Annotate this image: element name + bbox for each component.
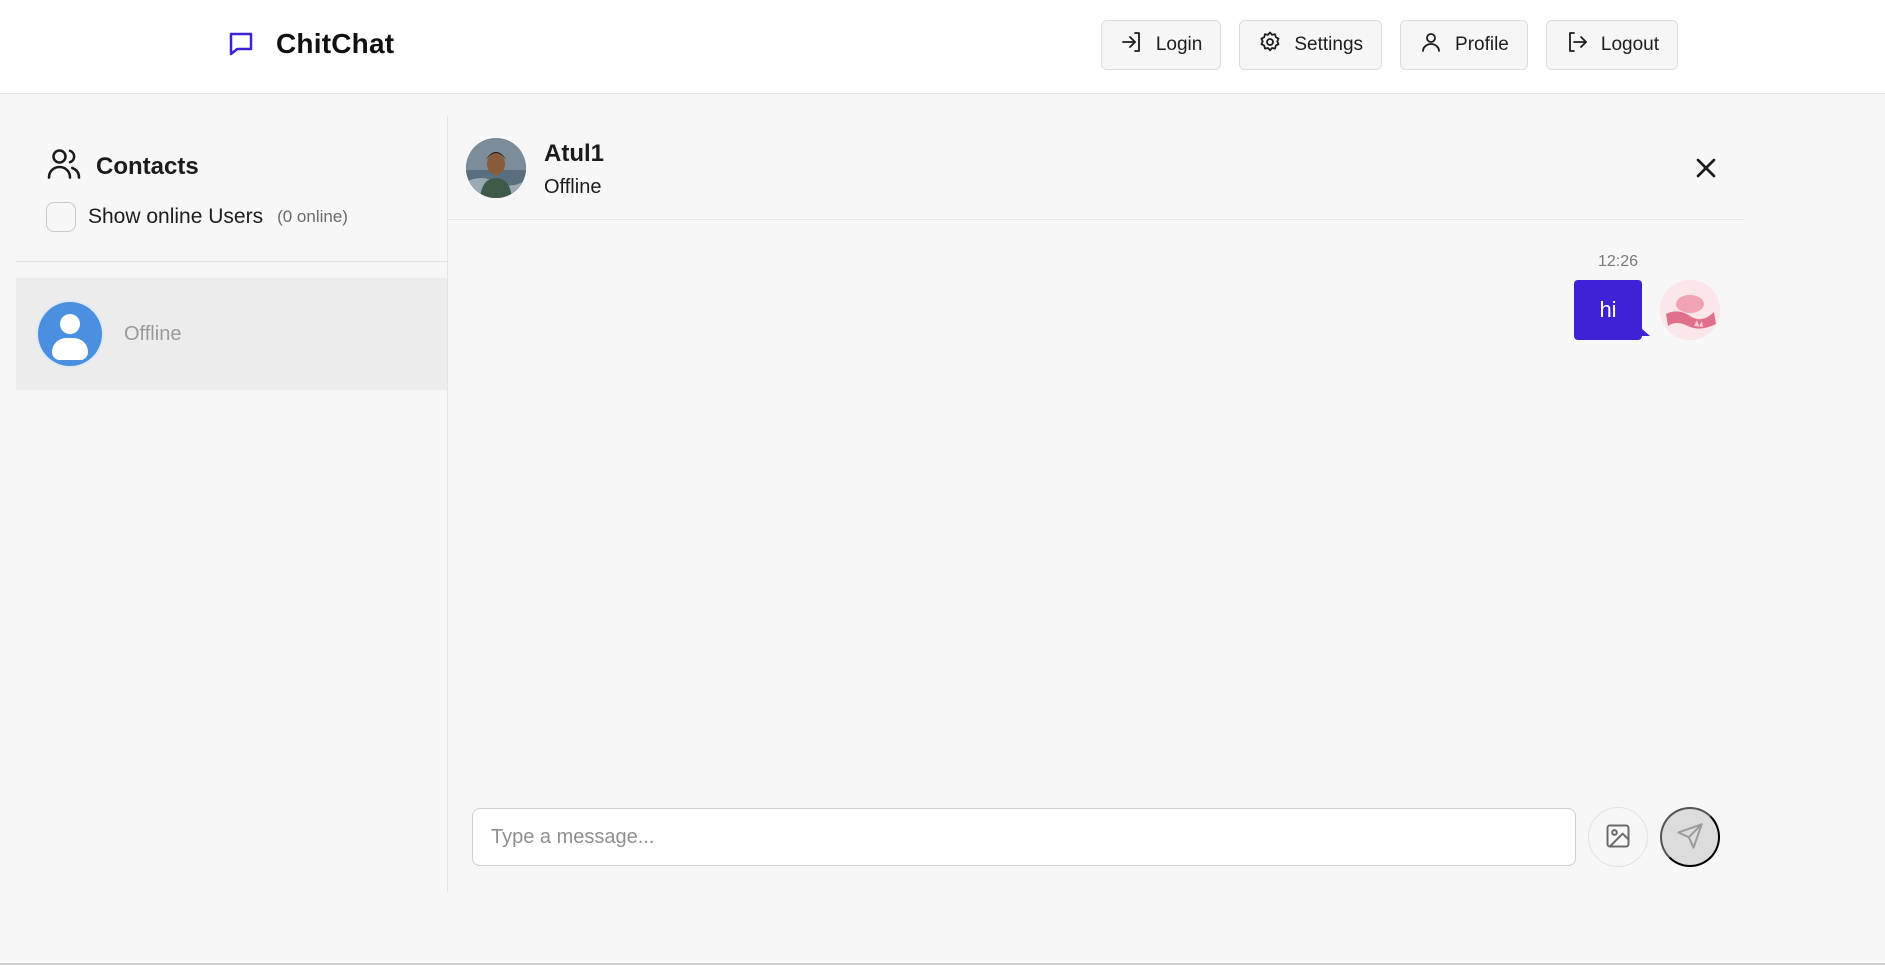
chat-user-avatar [466,138,526,198]
logout-button[interactable]: Logout [1545,20,1678,70]
app-name: ChitChat [276,28,395,59]
show-online-label[interactable]: Show online Users [88,205,263,229]
attach-image-button[interactable] [1588,807,1648,867]
sidebar-divider [16,261,448,262]
top-navbar: ChitChat Login Settings Profile Logout [0,0,1885,94]
gear-icon [1258,30,1282,60]
brand[interactable]: ChitChat [226,28,394,60]
message-time: 12:26 [1598,253,1639,270]
default-avatar-icon [38,302,102,366]
chat-header: Atul1 Offline [448,116,1744,220]
chat-panel: Atul1 Offline 12:26 hi [448,116,1744,892]
logout-label: Logout [1600,34,1659,55]
show-online-checkbox[interactable] [46,202,76,232]
contacts-sidebar: Contacts Show online Users (0 online) Of… [16,116,448,892]
chat-user-status: Offline [544,176,602,198]
profile-label: Profile [1455,34,1509,55]
close-icon[interactable] [1690,152,1722,184]
message-bubble-tail [1632,320,1650,336]
online-filter: Show online Users (0 online) [46,202,348,232]
chat-user-name: Atul1 [544,140,604,167]
message-text: hi [1599,297,1617,322]
send-icon [1676,822,1704,853]
log-in-icon [1120,30,1144,60]
message-square-icon [226,29,256,59]
send-button[interactable] [1660,807,1720,867]
image-icon [1604,822,1632,853]
users-icon [46,146,82,187]
login-button[interactable]: Login [1100,20,1222,70]
login-label: Login [1155,34,1203,55]
contact-item[interactable]: Offline [16,278,447,390]
nav-buttons: Login Settings Profile Logout [1100,20,1678,70]
settings-button[interactable]: Settings [1239,20,1383,70]
contacts-header: Contacts [46,146,199,187]
message-input[interactable] [472,808,1576,866]
user-icon [1419,30,1443,60]
sender-avatar [1660,280,1720,340]
profile-button[interactable]: Profile [1400,20,1528,70]
settings-label: Settings [1294,34,1364,55]
online-count: (0 online) [277,207,348,226]
contacts-title: Contacts [96,152,199,180]
log-out-icon [1565,30,1589,60]
contact-status: Offline [124,322,182,345]
